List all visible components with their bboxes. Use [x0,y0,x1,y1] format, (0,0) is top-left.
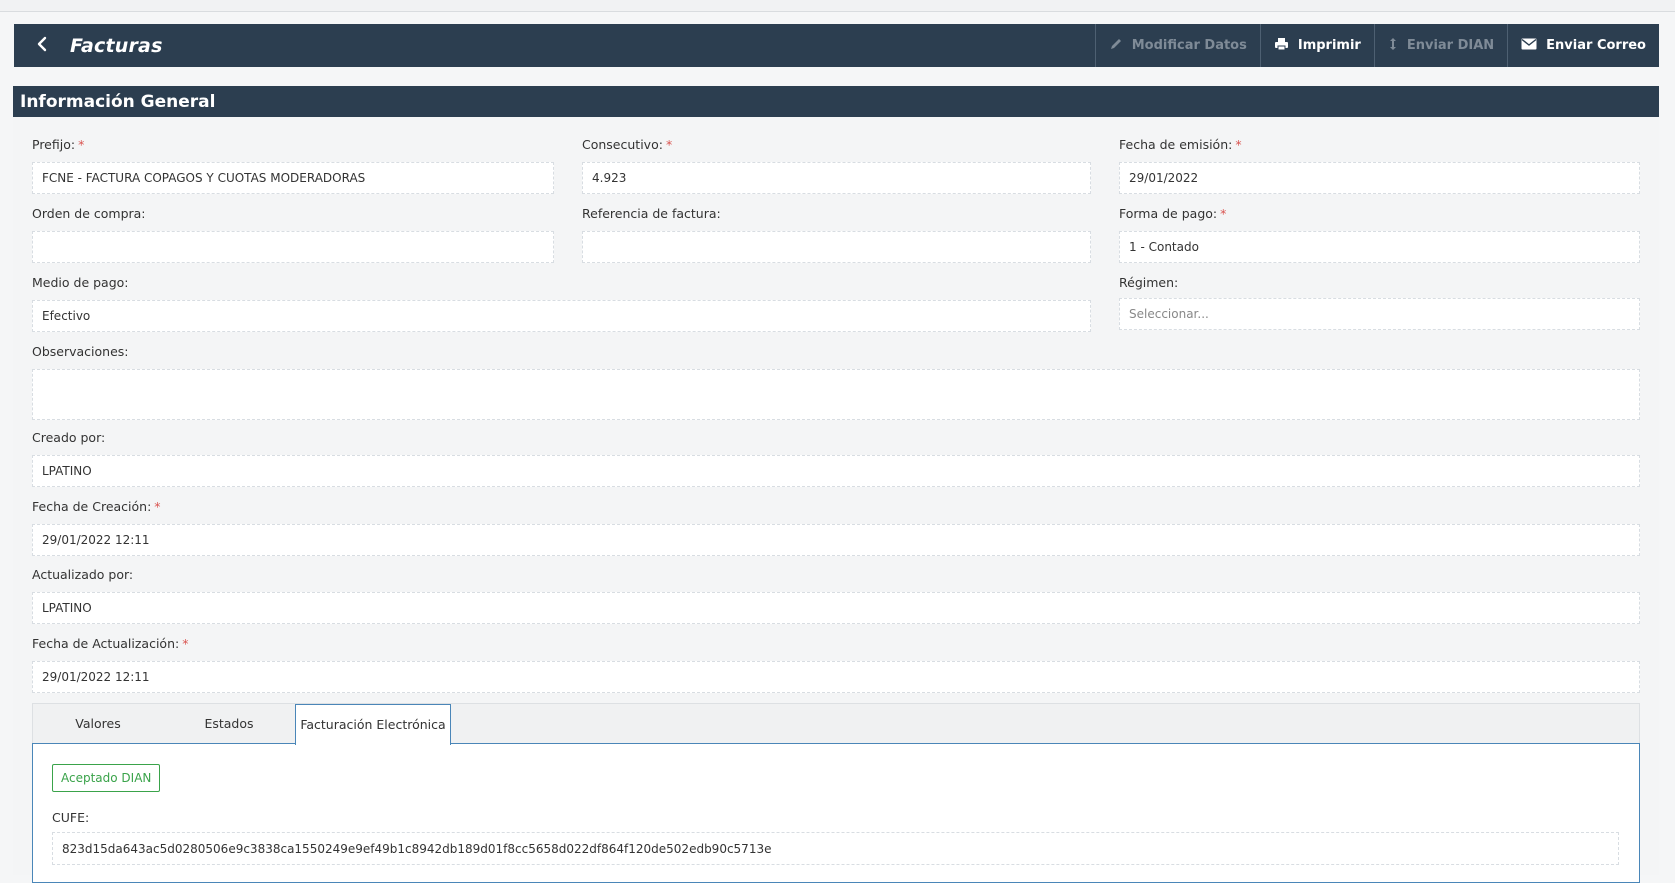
required-marker: * [182,636,189,651]
orden-compra-input[interactable] [32,231,554,263]
actualizado-por-label: Actualizado por: [32,567,134,582]
orden-compra-label: Orden de compra: [32,206,146,221]
send-mail-button[interactable]: Enviar Correo [1507,24,1659,67]
orden-compra-field: Orden de compra: [32,206,554,263]
prefijo-label: Prefijo: * [32,137,85,152]
tab-content: Aceptado DIAN CUFE: 823d15da643ac5d02805… [32,743,1640,883]
consecutivo-input[interactable]: 4.923 [582,162,1091,194]
creado-por-input[interactable]: LPATINO [32,455,1640,487]
pencil-icon [1109,37,1123,55]
medio-pago-label: Medio de pago: [32,275,129,290]
fecha-actualizacion-field: Fecha de Actualización: * 29/01/2022 12:1… [32,636,1640,693]
prefijo-input[interactable]: FCNE - FACTURA COPAGOS Y CUOTAS MODERADO… [32,162,554,194]
actualizado-por-field: Actualizado por: LPATINO [32,567,1640,624]
fecha-creacion-field: Fecha de Creación: * 29/01/2022 12:11 [32,499,1640,556]
fecha-actualizacion-input[interactable]: 29/01/2022 12:11 [32,661,1640,693]
observaciones-textarea[interactable] [32,369,1640,420]
required-marker: * [1220,206,1227,221]
print-label: Imprimir [1297,38,1361,53]
back-button[interactable] [14,24,70,67]
regimen-field: Régimen: Seleccionar... [1119,275,1640,330]
referencia-factura-input[interactable] [582,231,1091,263]
forma-pago-field: Forma de pago: * 1 - Contado [1119,206,1640,263]
send-mail-label: Enviar Correo [1546,38,1646,53]
referencia-factura-label: Referencia de factura: [582,206,721,221]
observaciones-label: Observaciones: [32,344,129,359]
tab-facturacion-electronica[interactable]: Facturación Electrónica [295,704,451,745]
cufe-input[interactable]: 823d15da643ac5d0280506e9c3838ca1550249e9… [52,832,1619,865]
creado-por-field: Creado por: LPATINO [32,430,1640,487]
actualizado-por-input[interactable]: LPATINO [32,592,1640,624]
medio-pago-field: Medio de pago: Efectivo [32,275,1091,332]
required-marker: * [665,137,673,152]
fecha-emision-input[interactable]: 29/01/2022 [1119,162,1640,194]
page-title: Facturas [70,34,163,57]
status-badge: Aceptado DIAN [52,764,161,792]
send-dian-label: Enviar DIAN [1406,38,1495,53]
tab-valores[interactable]: Valores [33,704,163,744]
referencia-factura-field: Referencia de factura: [582,206,1091,263]
modify-data-label: Modificar Datos [1131,38,1247,53]
medio-pago-select[interactable]: Efectivo [32,300,1091,332]
regimen-select[interactable]: Seleccionar... [1119,298,1640,330]
print-button[interactable]: Imprimir [1259,24,1374,67]
regimen-label: Régimen: [1119,275,1179,290]
toolbar-actions: Modificar Datos Imprimir Enviar DIAN Env… [1094,24,1659,67]
observaciones-field: Observaciones: [32,344,1640,420]
fecha-actualizacion-label: Fecha de Actualización: * [32,636,189,651]
browser-top-strip [0,0,1675,12]
envelope-icon [1521,38,1537,54]
tab-estados[interactable]: Estados [163,704,295,744]
chevron-left-icon [36,36,48,56]
arrows-vertical-icon [1388,37,1398,55]
modify-data-button[interactable]: Modificar Datos [1094,24,1260,67]
cufe-label: CUFE: [52,810,90,825]
section-header: Información General [13,86,1659,117]
fecha-emision-field: Fecha de emisión: * 29/01/2022 [1119,137,1640,194]
forma-pago-label: Forma de pago: * [1119,206,1227,221]
tab-bar: Valores Estados Facturación Electrónica [32,703,1640,745]
top-toolbar: Facturas Modificar Datos Imprimir Enviar… [14,24,1659,67]
printer-icon [1274,37,1289,55]
consecutivo-label: Consecutivo: * [582,137,673,152]
consecutivo-field: Consecutivo: * 4.923 [582,137,1091,194]
detail-tabs: Valores Estados Facturación Electrónica … [32,703,1640,883]
required-marker: * [154,499,161,514]
creado-por-label: Creado por: [32,430,106,445]
fecha-emision-label: Fecha de emisión: * [1119,137,1242,152]
fecha-creacion-label: Fecha de Creación: * [32,499,161,514]
send-dian-button[interactable]: Enviar DIAN [1373,24,1507,67]
required-marker: * [78,137,85,152]
forma-pago-select[interactable]: 1 - Contado [1119,231,1640,263]
section-title: Información General [20,91,216,112]
prefijo-field: Prefijo: * FCNE - FACTURA COPAGOS Y CUOTA… [32,137,554,194]
fecha-creacion-input[interactable]: 29/01/2022 12:11 [32,524,1640,556]
required-marker: * [1235,137,1242,152]
